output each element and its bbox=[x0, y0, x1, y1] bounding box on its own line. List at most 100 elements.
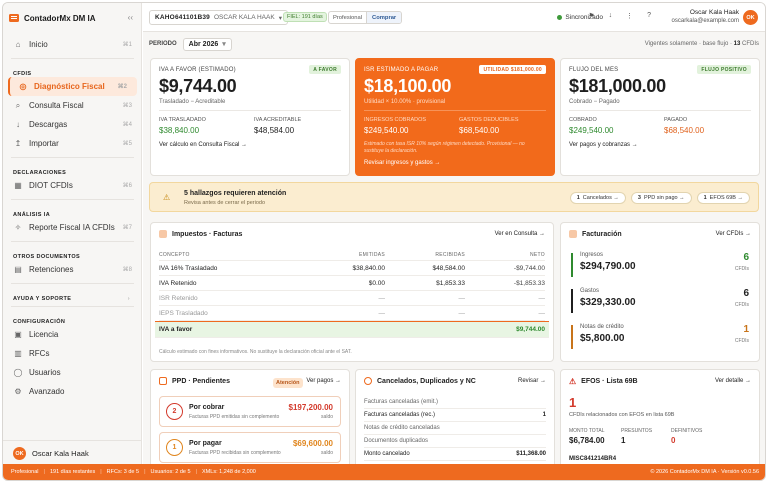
ppd-amount: $197,200.00 bbox=[288, 403, 334, 412]
topbar-user-name: Oscar Kala Haak bbox=[689, 9, 739, 16]
facturacion-row-gastos[interactable]: Gastos $329,330.00 6 CFDIs bbox=[571, 287, 749, 317]
period-select[interactable]: Abr 2026 ▾ bbox=[182, 37, 232, 51]
kpi-col-label: GASTOS DEDUCIBLES bbox=[459, 117, 519, 123]
row-label: Gastos bbox=[580, 288, 600, 294]
kpi-note: Estimado con tasa ISR 10% según régimen … bbox=[364, 141, 525, 154]
row-concept: IVA Retenido bbox=[159, 279, 197, 287]
chip-count: 1 bbox=[703, 195, 707, 201]
sidebar-item-licencia[interactable]: ▣ Licencia bbox=[3, 325, 142, 344]
row-value: $329,330.00 bbox=[580, 297, 636, 308]
sidebar-user[interactable]: OK Oscar Kala Haak bbox=[3, 440, 142, 466]
item-value: $11,368.00 bbox=[516, 451, 546, 457]
ver-en-consulta-link[interactable]: Ver en Consulta → bbox=[495, 231, 545, 237]
cancel-icon bbox=[364, 377, 372, 385]
upload-icon: ↥ bbox=[14, 139, 22, 148]
item-value: 1 bbox=[542, 412, 546, 418]
plan-widget: Profesional Comprar bbox=[328, 11, 403, 24]
revisar-ingresos-link[interactable]: Revisar ingresos y gastos → bbox=[364, 160, 440, 166]
avatar[interactable]: OK bbox=[743, 10, 758, 25]
section-title-analisis-ia: ANÁLISIS IA bbox=[13, 212, 51, 218]
card-header: Facturación bbox=[569, 230, 622, 238]
alert-chips: 1 Cancelados → 3 PPD sin pago → 1 EFOS 69B … bbox=[569, 192, 750, 204]
sidebar-item-importar[interactable]: ↥ Importar ⌘5 bbox=[3, 134, 142, 153]
row-recibidas: $1,853.33 bbox=[436, 279, 465, 287]
facturacion-row-ingresos[interactable]: Ingresos $294,790.00 6 CFDIs bbox=[571, 251, 749, 281]
sidebar-item-inicio[interactable]: ⌂ Inicio ⌘1 bbox=[3, 35, 142, 54]
invoice-icon bbox=[569, 230, 577, 238]
search-icon: ⌕ bbox=[15, 100, 21, 110]
divider bbox=[11, 283, 134, 284]
kpi-iva-card: IVA A FAVOR (ESTIMADO) A FAVOR $9,744.00… bbox=[150, 58, 350, 176]
sidebar-item-descargas[interactable]: ↓ Descargas ⌘4 bbox=[3, 115, 142, 134]
pagos-cobranzas-link[interactable]: Ver pagos y cobranzas → bbox=[569, 142, 638, 148]
license-icon: ▣ bbox=[14, 330, 22, 339]
count-circle: 1 bbox=[166, 439, 183, 456]
collapse-sidebar-icon[interactable]: ‹‹ bbox=[128, 13, 133, 22]
sidebar-item-label: Descargas bbox=[29, 120, 68, 129]
sidebar-item-consulta-fiscal[interactable]: ⌕ Consulta Fiscal ⌘3 bbox=[3, 96, 142, 115]
download-icon[interactable]: ↓ bbox=[609, 12, 613, 20]
sidebar-item-retenciones[interactable]: ▤ Retenciones ⌘8 bbox=[3, 260, 142, 279]
help-icon[interactable]: ? bbox=[647, 12, 651, 20]
sidebar-item-rfcs[interactable]: ▥ RFCs bbox=[3, 344, 142, 363]
status-badge: A FAVOR bbox=[309, 65, 341, 74]
card-title: PPD · Pendientes bbox=[172, 377, 230, 385]
card-title: Facturación bbox=[582, 230, 622, 238]
total-neto: $9,744.00 bbox=[516, 326, 545, 333]
buy-button[interactable]: Comprar bbox=[366, 12, 402, 23]
kpi-col-value: $68,540.00 bbox=[664, 126, 705, 135]
flag-icon[interactable]: ⚑ bbox=[588, 12, 594, 20]
facturacion-row-notas[interactable]: Notas de crédito $5,800.00 1 CFDIs bbox=[571, 323, 749, 353]
card-header: Impuestos · Facturas bbox=[159, 230, 242, 238]
card-header: PPD · Pendientes bbox=[159, 377, 230, 385]
row-emitidas: $0.00 bbox=[368, 279, 385, 287]
status-bar bbox=[571, 253, 573, 277]
row-emitidas: — bbox=[378, 294, 386, 302]
efos-col-label: DEFINITIVOS bbox=[671, 428, 703, 434]
ver-detalle-link[interactable]: Ver detalle → bbox=[715, 378, 751, 384]
client-selector[interactable]: KAHO641101B39 OSCAR KALA HAAK ▾ bbox=[149, 10, 288, 25]
sidebar-item-usuarios[interactable]: ◯ Usuarios bbox=[3, 363, 142, 382]
column-header: EMITIDAS bbox=[358, 251, 385, 258]
plan-label: Profesional bbox=[333, 14, 363, 21]
chip-cancelados[interactable]: 1 Cancelados → bbox=[569, 192, 626, 204]
card-title: EFOS · Lista 69B bbox=[581, 378, 638, 385]
status-bar bbox=[571, 325, 573, 349]
status-badge: UTILIDAD $181,000.00 bbox=[479, 65, 546, 74]
topbar-user[interactable]: Oscar Kala Haak oscarkala@example.com bbox=[672, 9, 739, 25]
sidebar-item-reporte-fiscal-ia[interactable]: ✧ Reporte Fiscal IA CFDIs ⌘7 bbox=[3, 218, 142, 237]
main-content: PERIODO Abr 2026 ▾ Vigentes solamente · … bbox=[143, 32, 765, 469]
more-icon[interactable]: ⋮ bbox=[626, 12, 633, 20]
download-icon: ↓ bbox=[16, 120, 20, 129]
shortcut-hint: ⌘2 bbox=[117, 84, 127, 90]
sidebar-item-label: DIOT CFDIs bbox=[29, 181, 73, 190]
revisar-link[interactable]: Revisar → bbox=[518, 378, 546, 384]
sidebar-item-diot-cfdis[interactable]: ▦ DIOT CFDIs ⌘6 bbox=[3, 176, 142, 195]
row-value: $294,790.00 bbox=[580, 261, 636, 272]
row-label: Notas de crédito bbox=[580, 324, 624, 330]
section-title-cfdis: CFDIS bbox=[13, 71, 32, 77]
ppd-por-pagar[interactable]: 1 Por pagar Facturas PPD recibidas sin c… bbox=[159, 432, 341, 463]
ver-cfdis-link[interactable]: Ver CFDIs → bbox=[716, 231, 751, 237]
status-days: 191 días restantes bbox=[49, 469, 96, 475]
sidebar-item-label: Licencia bbox=[29, 330, 59, 339]
version-label: © 2026 ContadorMx DM IA · Versión v0.0.5… bbox=[650, 469, 759, 475]
app-logo-icon bbox=[9, 14, 19, 22]
section-ayuda-y-soporte[interactable]: AYUDA Y SOPORTE › bbox=[3, 289, 142, 302]
separator: | bbox=[144, 469, 146, 475]
ver-pagos-link[interactable]: Ver pagos → bbox=[306, 378, 341, 384]
chip-efos-69b[interactable]: 1 EFOS 69B → bbox=[696, 192, 750, 204]
sidebar-item-diagnostico-fiscal[interactable]: ◎ Diagnóstico Fiscal ⌘2 bbox=[8, 77, 137, 96]
item-label: Monto cancelado bbox=[364, 451, 410, 457]
consulta-fiscal-link[interactable]: Ver cálculo en Consulta Fiscal → bbox=[159, 142, 247, 148]
efos-subtitle: CFDIs relacionados con EFOS en lista 69B bbox=[569, 412, 675, 418]
sidebar-item-avanzado[interactable]: ⚙ Avanzado bbox=[3, 382, 142, 401]
chip-ppd-sin-pago[interactable]: 3 PPD sin pago → bbox=[630, 192, 692, 204]
id-card-icon: ▥ bbox=[14, 349, 22, 358]
ppd-por-cobrar[interactable]: 2 Por cobrar Facturas PPD emitidas sin c… bbox=[159, 396, 341, 427]
kpi-value: $18,100.00 bbox=[364, 76, 452, 96]
user-name: Oscar Kala Haak bbox=[32, 449, 89, 458]
fiel-badge: FIEL: 191 días bbox=[283, 12, 327, 22]
table-header-row: CONCEPTO EMITIDAS RECIBIDAS NETO bbox=[159, 249, 545, 261]
kpi-subtitle: Cobrado − Pagado bbox=[569, 99, 620, 105]
